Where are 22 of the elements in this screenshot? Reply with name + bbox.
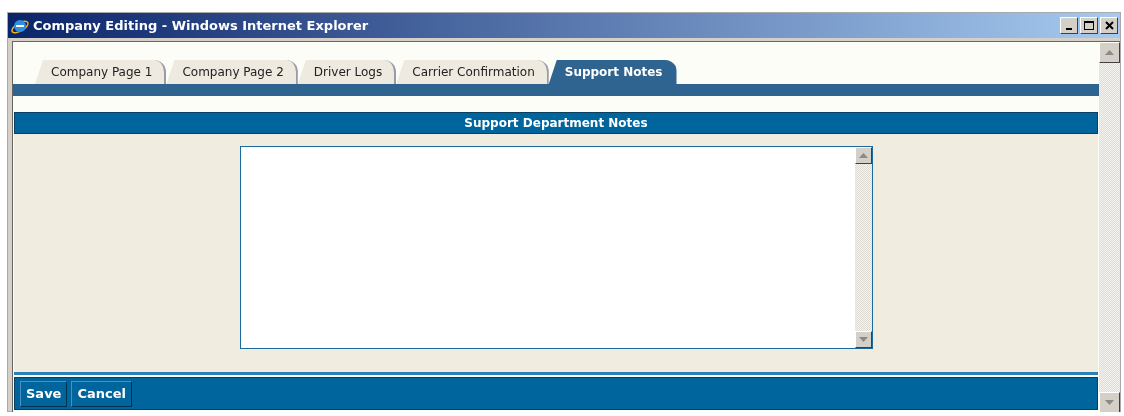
minimize-icon [1066, 27, 1072, 30]
maximize-button[interactable] [1080, 17, 1098, 34]
panel-header: Support Department Notes [14, 112, 1098, 134]
window-title: Company Editing - Windows Internet Explorer [33, 18, 370, 33]
up-arrow-icon [1105, 50, 1114, 55]
scroll-down-button[interactable] [1099, 392, 1120, 412]
save-button[interactable]: Save [20, 380, 68, 407]
notes-field[interactable] [239, 146, 873, 349]
down-arrow-icon [1105, 400, 1114, 405]
tab[interactable]: Company Page 1 [35, 60, 167, 84]
close-icon [1104, 21, 1114, 30]
down-arrow-icon [858, 337, 868, 342]
maximize-icon [1084, 21, 1094, 30]
close-button[interactable] [1100, 17, 1118, 34]
tab[interactable]: Carrier Confirmation [396, 60, 549, 84]
minimize-button[interactable] [1060, 17, 1078, 34]
up-arrow-icon [858, 153, 868, 158]
tab[interactable]: Driver Logs [297, 60, 397, 84]
tab[interactable]: Support Notes [548, 60, 677, 84]
cancel-button[interactable]: Cancel [71, 380, 132, 407]
tab[interactable]: Company Page 2 [166, 60, 298, 84]
scroll-up-button[interactable] [1099, 42, 1120, 63]
